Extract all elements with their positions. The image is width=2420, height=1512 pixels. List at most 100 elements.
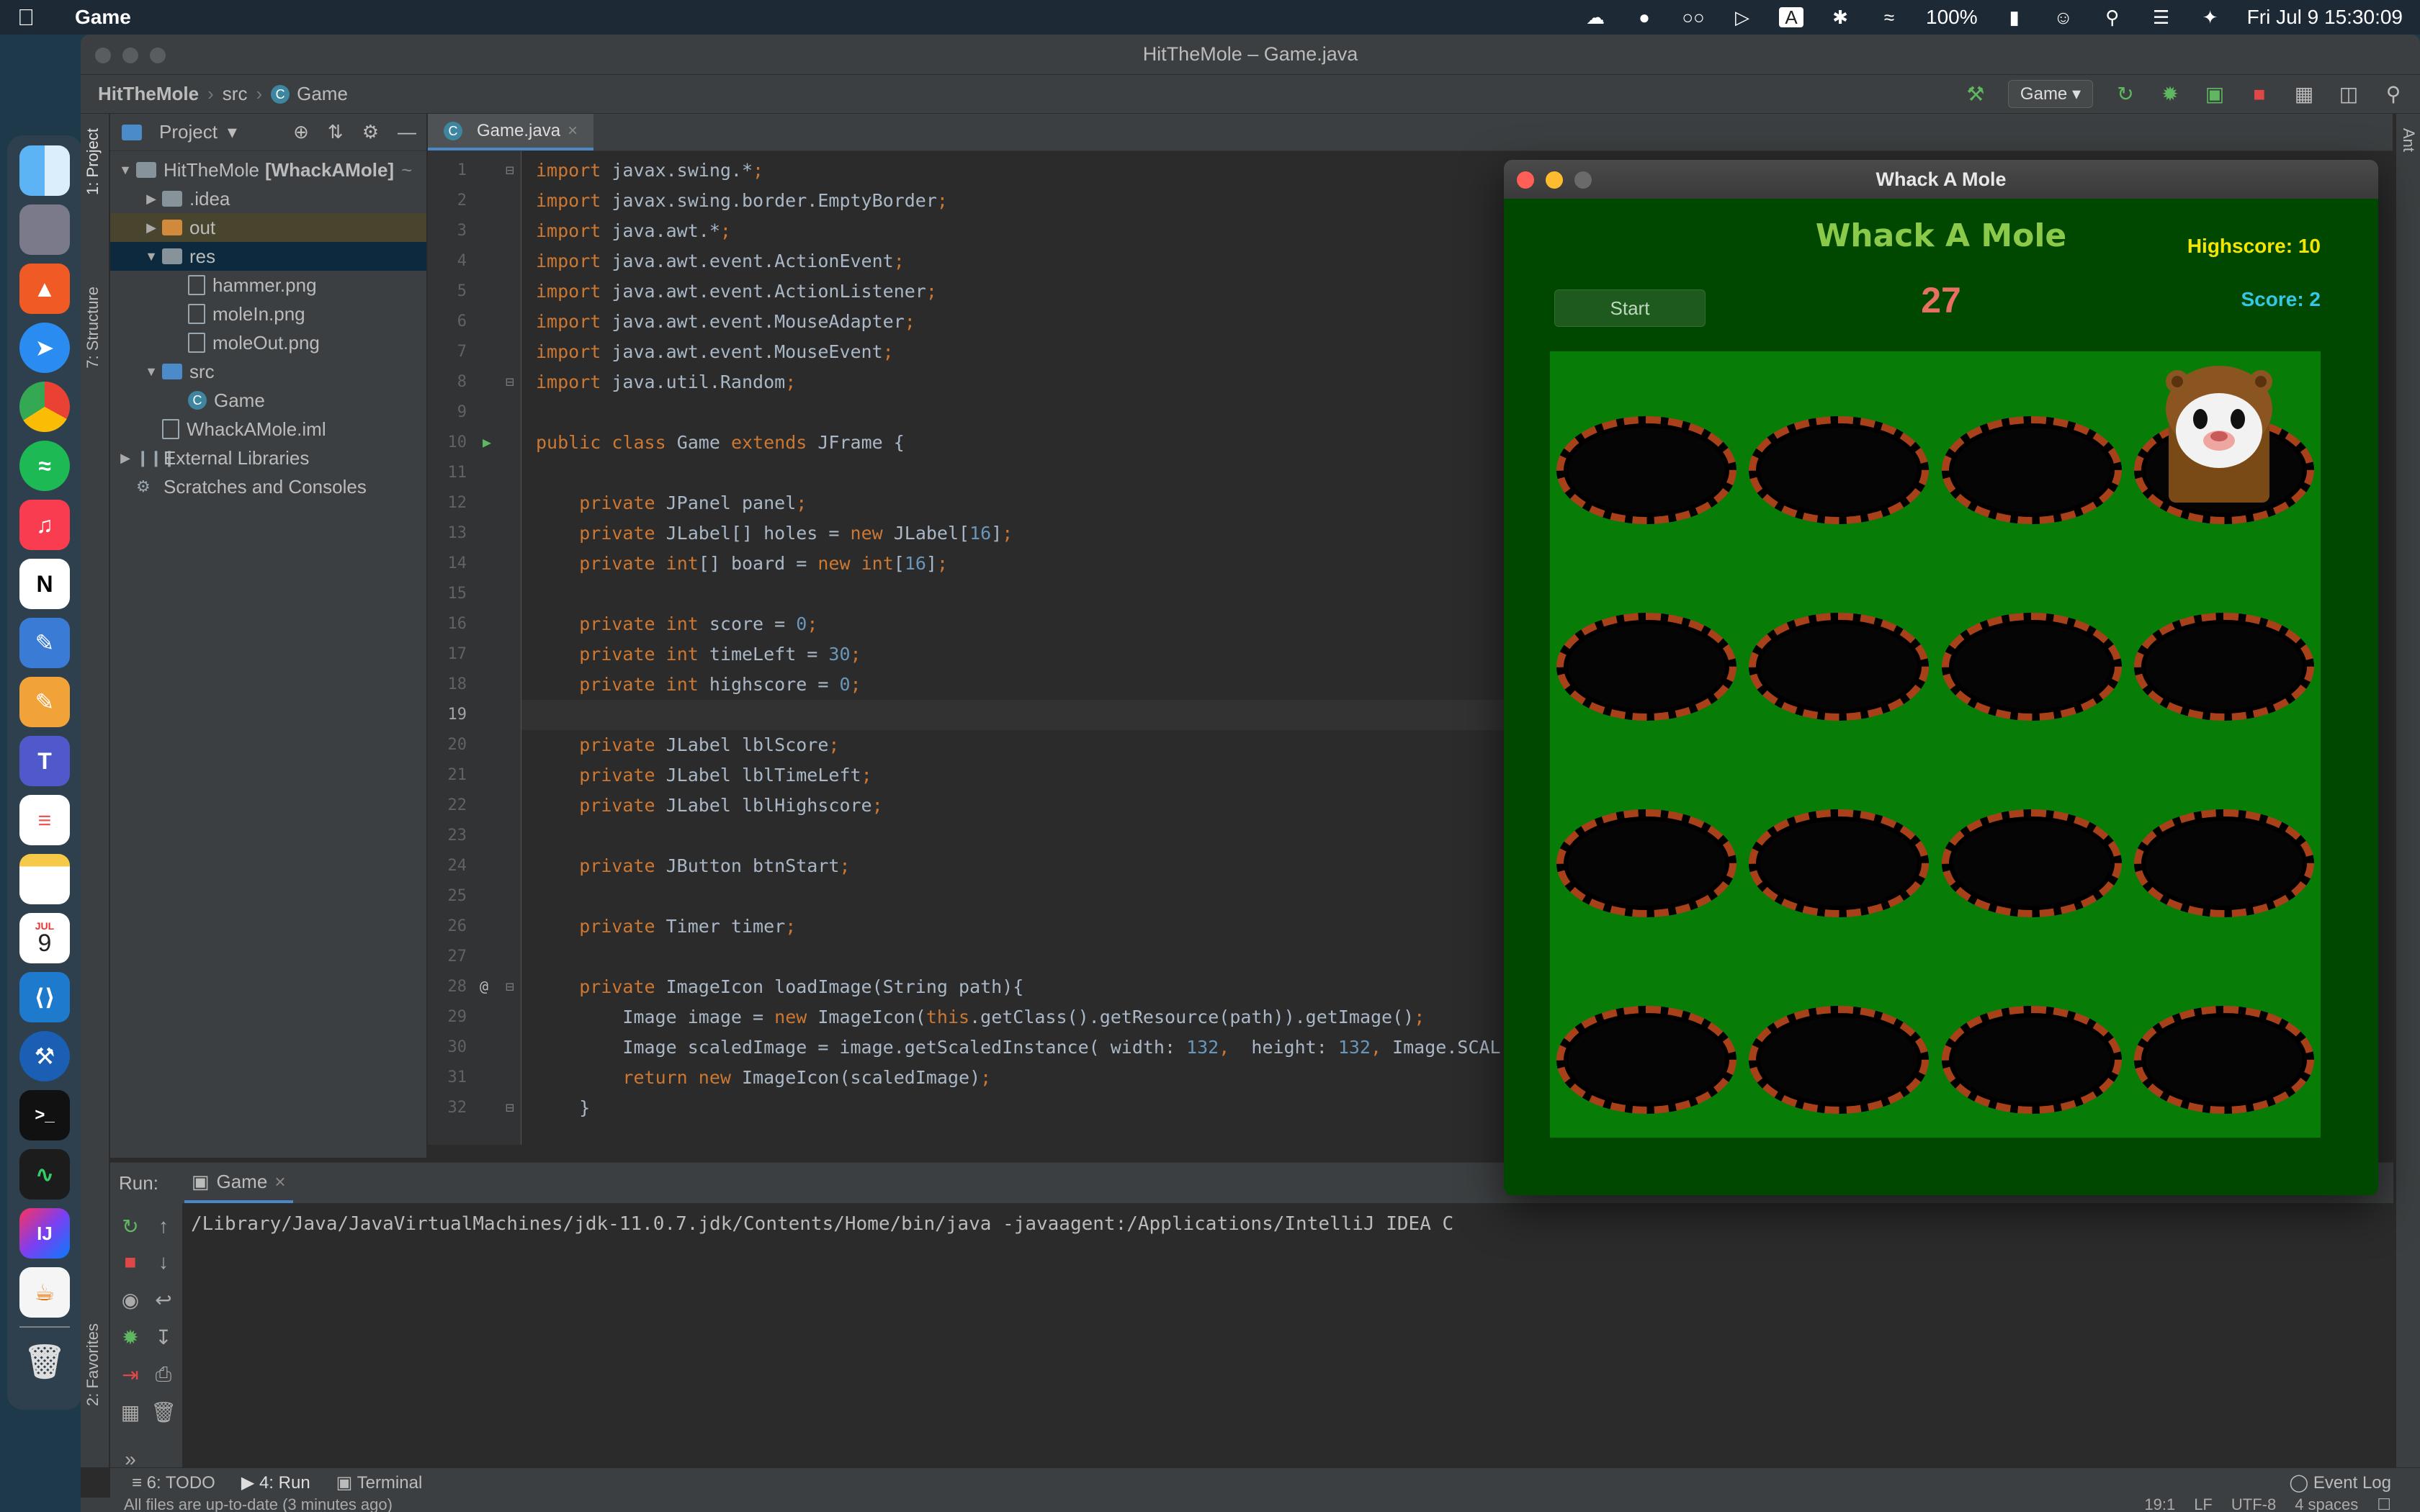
- line-separator[interactable]: LF: [2194, 1495, 2213, 1512]
- tab-ant[interactable]: Ant: [2399, 128, 2418, 152]
- code-line[interactable]: private Timer timer;: [536, 912, 796, 942]
- brave-icon[interactable]: ▲: [19, 264, 70, 314]
- code-line[interactable]: import javax.swing.border.EmptyBorder;: [536, 186, 948, 216]
- file-encoding[interactable]: UTF-8: [2231, 1495, 2276, 1512]
- code-line[interactable]: private int timeLeft = 30;: [536, 639, 861, 670]
- rerun-icon[interactable]: ↻: [116, 1215, 145, 1238]
- tree-item-src[interactable]: ▼ src: [110, 357, 426, 386]
- play-circle-icon[interactable]: ▷: [1730, 7, 1754, 27]
- fold-icon[interactable]: ⊟: [506, 161, 514, 179]
- terminal-icon[interactable]: >_: [19, 1090, 70, 1140]
- breadcrumb-class[interactable]: Game: [297, 83, 348, 105]
- java-icon[interactable]: ☕: [19, 1267, 70, 1318]
- stop-icon[interactable]: ■: [116, 1251, 145, 1274]
- code-line[interactable]: private int score = 0;: [536, 609, 817, 639]
- mole-hole[interactable]: [2134, 366, 2315, 539]
- bowler-hat-icon[interactable]: ●: [1632, 7, 1657, 27]
- launchpad-icon[interactable]: [19, 204, 70, 255]
- code-line[interactable]: private JPanel panel;: [536, 488, 807, 518]
- intellij-icon[interactable]: IJ: [19, 1208, 70, 1259]
- mole-icon[interactable]: [2156, 366, 2282, 503]
- battery-icon[interactable]: ▮: [2002, 7, 2027, 27]
- run-config-selector[interactable]: Game ▾: [2007, 80, 2093, 108]
- mole-hole[interactable]: [1556, 984, 1736, 1128]
- run-tab-game[interactable]: ▣ Game ×: [184, 1163, 293, 1203]
- close-tab-icon[interactable]: ×: [274, 1171, 285, 1193]
- mole-hole[interactable]: [1941, 788, 2122, 932]
- start-button[interactable]: Start: [1554, 289, 1706, 327]
- wifi-icon[interactable]: ≈: [1877, 7, 1901, 27]
- code-line[interactable]: [521, 700, 1595, 730]
- safari-icon[interactable]: ➤: [19, 323, 70, 373]
- bluetooth-icon[interactable]: ✱: [1828, 7, 1852, 27]
- tab-favorites[interactable]: 2: Favorites: [84, 1323, 102, 1406]
- vscode-icon[interactable]: ⟨⟩: [19, 972, 70, 1022]
- stop-icon[interactable]: ■: [2247, 83, 2272, 106]
- rerun-icon[interactable]: ↻: [2113, 82, 2138, 106]
- mole-hole[interactable]: [2134, 591, 2315, 735]
- mole-hole[interactable]: [1556, 788, 1736, 932]
- code-line[interactable]: private JLabel lblTimeLeft;: [536, 760, 871, 791]
- mole-hole[interactable]: [1941, 984, 2122, 1128]
- build-hammer-icon[interactable]: ⚒: [1963, 82, 1988, 106]
- mole-hole[interactable]: [2134, 788, 2315, 932]
- keyboard-input-icon[interactable]: A: [1779, 7, 1804, 27]
- close-tab-icon[interactable]: ×: [568, 121, 578, 141]
- code-line[interactable]: private JLabel lblHighscore;: [536, 791, 882, 821]
- mole-hole[interactable]: [1556, 395, 1736, 539]
- notion-icon[interactable]: N: [19, 559, 70, 609]
- search-icon[interactable]: ⚲: [2381, 82, 2406, 106]
- code-line[interactable]: private int highscore = 0;: [536, 670, 861, 700]
- spotify-icon[interactable]: ≈: [19, 441, 70, 491]
- tab-project[interactable]: 1: Project: [84, 128, 102, 195]
- console-output[interactable]: /Library/Java/JavaVirtualMachines/jdk-11…: [191, 1213, 1453, 1235]
- apple-menu-icon[interactable]: : [17, 4, 46, 31]
- finder-icon[interactable]: [19, 145, 70, 196]
- mole-hole[interactable]: [2134, 984, 2315, 1128]
- collapse-arrow-icon[interactable]: ▶: [140, 220, 162, 235]
- mole-hole[interactable]: [1749, 788, 1930, 932]
- tree-item-whackamole-iml[interactable]: WhackAMole.iml: [110, 415, 426, 444]
- tree-item-molein-png[interactable]: moleIn.png: [110, 300, 426, 328]
- indent-setting[interactable]: 4 spaces: [2295, 1495, 2358, 1512]
- scroll-down-icon[interactable]: ↓: [149, 1251, 178, 1274]
- code-line[interactable]: import java.awt.event.MouseAdapter;: [536, 307, 915, 337]
- music-icon[interactable]: ♫: [19, 500, 70, 550]
- tree-item-external-libraries[interactable]: ▶ ❙❙❙ External Libraries: [110, 444, 426, 472]
- fold-icon[interactable]: ⊟: [506, 373, 514, 390]
- code-line[interactable]: public class Game extends JFrame {: [536, 428, 905, 458]
- expand-arrow-icon[interactable]: ▼: [115, 163, 136, 178]
- reminders-icon[interactable]: ≡: [19, 795, 70, 845]
- debug-icon[interactable]: ✹: [2158, 82, 2182, 106]
- project-panel-title[interactable]: Project: [159, 121, 218, 143]
- expand-arrow-icon[interactable]: ▼: [140, 249, 162, 264]
- tab-todo[interactable]: ≡ 6: TODO: [132, 1473, 215, 1493]
- camera-icon[interactable]: ◉: [116, 1288, 145, 1312]
- tab-structure[interactable]: 7: Structure: [84, 287, 102, 369]
- code-line[interactable]: import java.awt.event.ActionEvent;: [536, 246, 905, 276]
- active-app-name[interactable]: Game: [75, 6, 131, 29]
- code-line[interactable]: import java.util.Random;: [536, 367, 796, 397]
- locate-icon[interactable]: ⊕: [293, 121, 309, 143]
- tree-item-scratches-and-consoles[interactable]: ⚙ Scratches and Consoles: [110, 472, 426, 501]
- layout-icon[interactable]: ▦: [116, 1400, 145, 1424]
- event-log-button[interactable]: ◯ Event Log: [2289, 1472, 2420, 1493]
- spotlight-search-icon[interactable]: ⚲: [2100, 7, 2125, 27]
- breadcrumb-src[interactable]: src: [223, 83, 248, 105]
- scroll-to-end-icon[interactable]: ↧: [149, 1326, 178, 1349]
- mole-hole[interactable]: [1556, 591, 1736, 735]
- code-line[interactable]: }: [536, 1093, 590, 1123]
- minimize-button[interactable]: [1546, 171, 1563, 189]
- collapse-arrow-icon[interactable]: ▶: [115, 451, 136, 466]
- code-line[interactable]: private JButton btnStart;: [536, 851, 850, 881]
- notes-icon[interactable]: [19, 854, 70, 904]
- fold-icon[interactable]: ⊟: [506, 978, 514, 995]
- pages-icon[interactable]: ✎: [19, 677, 70, 727]
- code-line[interactable]: private JLabel lblScore;: [536, 730, 839, 760]
- code-line[interactable]: import java.awt.*;: [536, 216, 731, 246]
- tree-item-hitthemole[interactable]: ▼ HitTheMole [WhackAMole] ~: [110, 156, 426, 184]
- debug-icon[interactable]: ✹: [116, 1326, 145, 1349]
- code-line[interactable]: Image image = new ImageIcon(this.getClas…: [536, 1002, 1425, 1032]
- gear-icon[interactable]: ⚙: [362, 121, 379, 143]
- xcode-icon[interactable]: ⚒: [19, 1031, 70, 1081]
